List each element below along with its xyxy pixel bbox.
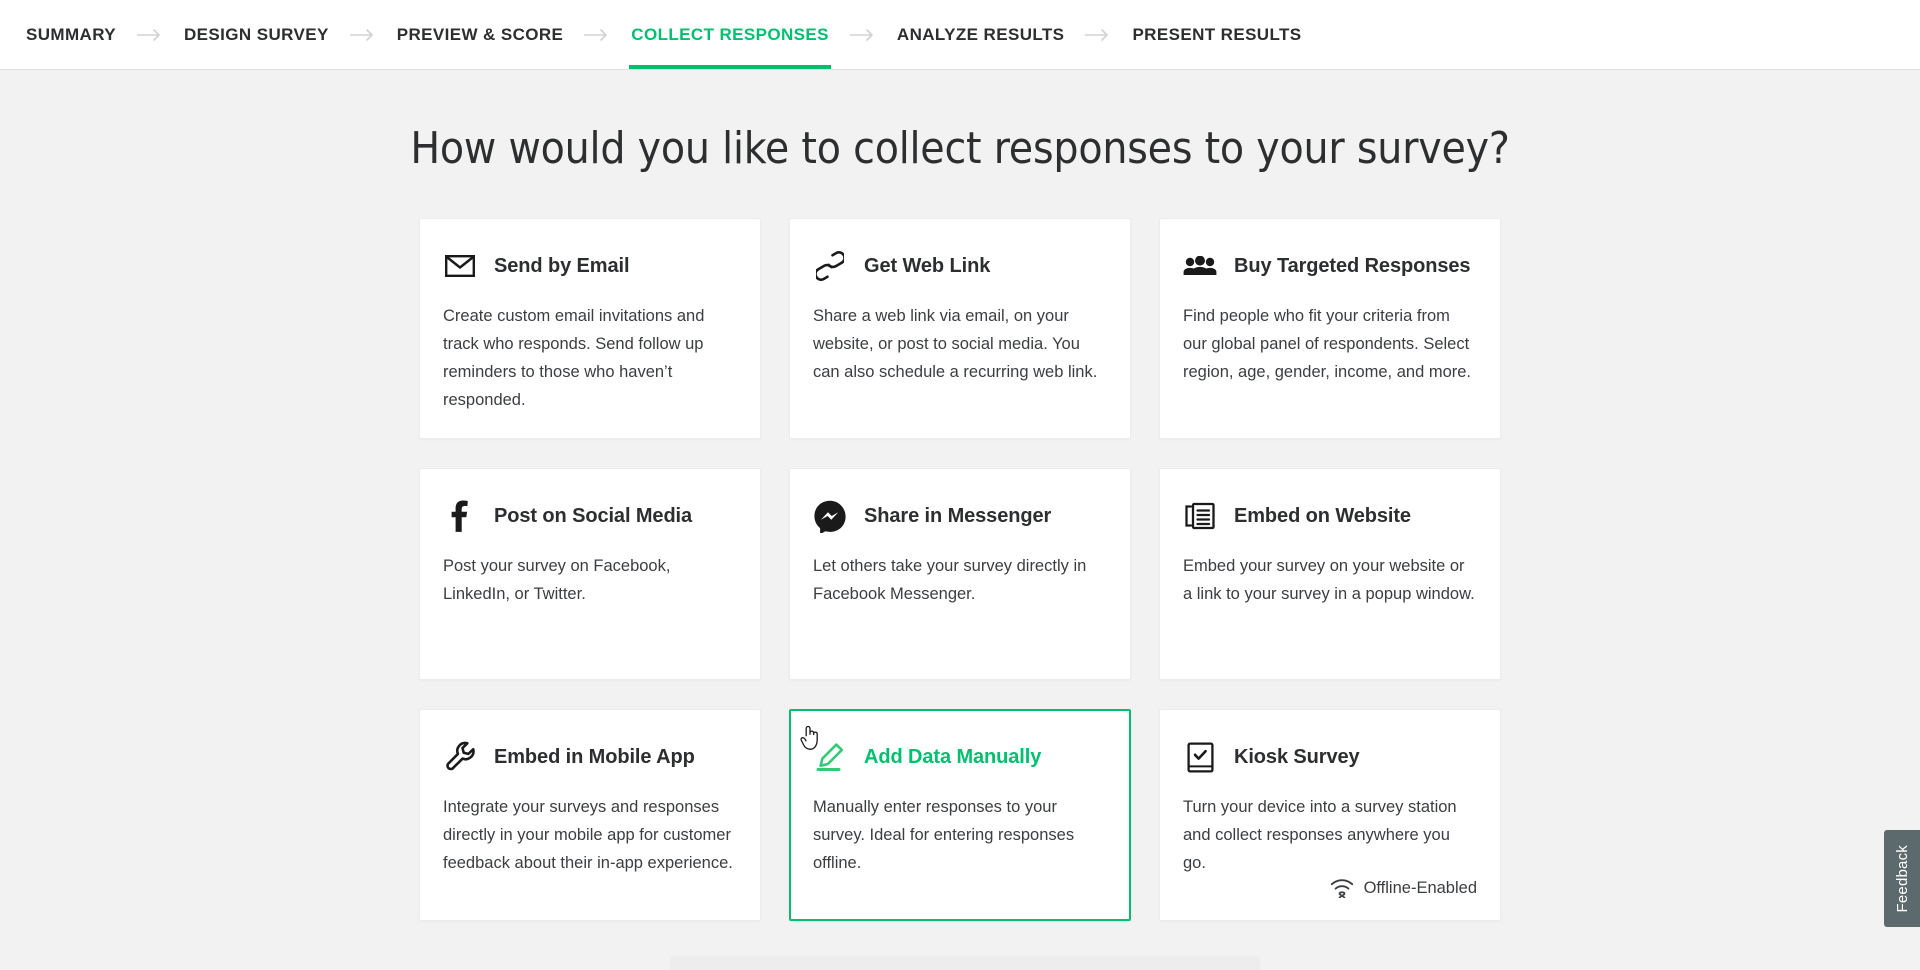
card-title: Embed on Website (1234, 504, 1411, 527)
nav-tab-label: PREVIEW & SCORE (396, 24, 564, 44)
page-title: How would you like to collect responses … (410, 123, 1510, 174)
nav-tab-label: PRESENT RESULTS (1132, 24, 1302, 44)
card-description: Post your survey on Facebook, LinkedIn, … (443, 557, 671, 603)
nav-tab-preview-and-score[interactable]: PREVIEW & SCORE (395, 0, 566, 69)
card-description: Turn your device into a survey station a… (1183, 798, 1457, 872)
collector-card-kiosk-survey[interactable]: Kiosk Survey Turn your device into a sur… (1159, 709, 1501, 921)
nav-tab-present-results[interactable]: PRESENT RESULTS (1130, 0, 1303, 69)
collector-card-get-web-link[interactable]: Get Web Link Share a web link via email,… (789, 218, 1131, 439)
bottom-panel-sliver (670, 956, 1260, 970)
card-title: Add Data Manually (864, 745, 1042, 768)
nav-tab-label: SUMMARY (26, 24, 116, 44)
collector-card-embed-in-mobile-app[interactable]: Embed in Mobile App Integrate your surve… (419, 709, 761, 921)
arrow-right-icon (331, 0, 395, 69)
card-title: Send by Email (494, 254, 630, 277)
facebook-f-icon (443, 499, 477, 533)
status-badge-offline-enabled: Offline-Enabled (1330, 878, 1477, 898)
card-header: Embed in Mobile App (443, 740, 737, 774)
card-description: Create custom email invitations and trac… (443, 307, 705, 409)
card-header: Kiosk Survey (1183, 740, 1477, 774)
primary-nav: SUMMARY DESIGN SURVEY PREVIEW & SCORE CO… (0, 0, 1920, 70)
arrow-right-icon (831, 0, 895, 69)
nav-tab-summary[interactable]: SUMMARY (24, 0, 118, 69)
collector-card-share-in-messenger[interactable]: Share in Messenger Let others take your … (789, 468, 1131, 680)
arrow-right-icon (1066, 0, 1130, 69)
card-description: Manually enter responses to your survey.… (813, 798, 1075, 872)
nav-tab-design-survey[interactable]: DESIGN SURVEY (182, 0, 331, 69)
card-title: Post on Social Media (494, 504, 693, 527)
feedback-tab[interactable]: Feedback (1884, 830, 1920, 927)
card-header: Send by Email (443, 249, 737, 283)
collector-card-send-by-email[interactable]: Send by Email Create custom email invita… (419, 218, 761, 439)
card-header: Buy Targeted Responses (1183, 249, 1477, 283)
card-header: Get Web Link (813, 249, 1107, 283)
collector-card-buy-targeted-responses[interactable]: Buy Targeted Responses Find people who f… (1159, 218, 1501, 439)
nav-tab-label: DESIGN SURVEY (184, 24, 329, 44)
collector-card-embed-on-website[interactable]: Embed on Website Embed your survey on yo… (1159, 468, 1501, 680)
feedback-tab-label: Feedback (1893, 844, 1911, 913)
card-title: Embed in Mobile App (494, 745, 695, 768)
embed-window-icon (1183, 499, 1217, 533)
envelope-icon (443, 249, 477, 283)
card-description: Share a web link via email, on your webs… (813, 307, 1098, 381)
nav-tab-analyze-results[interactable]: ANALYZE RESULTS (895, 0, 1067, 69)
card-header: Embed on Website (1183, 499, 1477, 533)
card-description: Integrate your surveys and responses dir… (443, 798, 733, 872)
nav-tab-collect-responses[interactable]: COLLECT RESPONSES (629, 0, 831, 69)
nav-tab-label: ANALYZE RESULTS (896, 24, 1065, 44)
messenger-icon (813, 499, 847, 533)
card-header: Post on Social Media (443, 499, 737, 533)
collect-responses-page: How would you like to collect responses … (0, 70, 1920, 970)
link-icon (813, 249, 847, 283)
arrow-right-icon (118, 0, 182, 69)
card-title: Buy Targeted Responses (1234, 254, 1471, 277)
card-header: Share in Messenger (813, 499, 1107, 533)
card-title: Share in Messenger (864, 504, 1052, 527)
badge-label: Offline-Enabled (1363, 878, 1477, 897)
arrow-right-icon (565, 0, 629, 69)
card-title: Get Web Link (864, 254, 991, 277)
card-description: Embed your survey on your website or a l… (1183, 557, 1475, 603)
card-title: Kiosk Survey (1234, 745, 1360, 768)
wifi-off-icon (1330, 878, 1354, 898)
pencil-icon (813, 740, 847, 774)
collector-card-add-data-manually[interactable]: Add Data Manually Manually enter respons… (789, 709, 1131, 921)
collector-options-grid: Send by Email Create custom email invita… (419, 218, 1501, 921)
tablet-check-icon (1183, 740, 1217, 774)
collector-card-post-on-social-media[interactable]: Post on Social Media Post your survey on… (419, 468, 761, 680)
card-header: Add Data Manually (813, 740, 1107, 774)
nav-tab-label: COLLECT RESPONSES (631, 24, 829, 44)
people-group-icon (1183, 249, 1217, 283)
card-description: Find people who fit your criteria from o… (1183, 307, 1472, 381)
wrench-icon (443, 740, 477, 774)
card-description: Let others take your survey directly in … (813, 557, 1087, 603)
